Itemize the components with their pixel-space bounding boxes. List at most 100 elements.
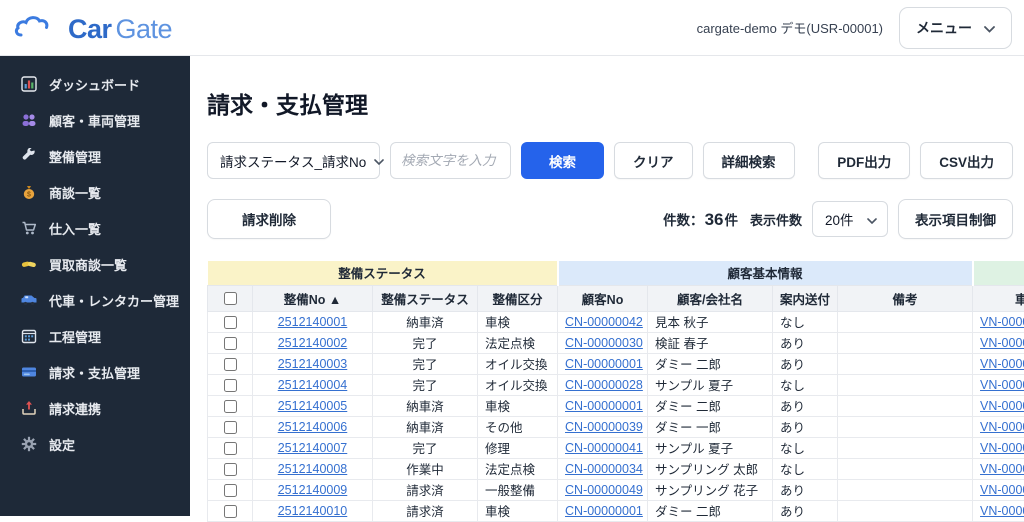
- col-header-vehicle[interactable]: 車両: [973, 285, 1024, 311]
- table-row: 2512140003 完了 オイル交換 CN-00000001 ダミー 二郎 あ…: [208, 353, 1024, 374]
- menu-button[interactable]: メニュー: [899, 7, 1012, 49]
- page-size-label: 表示件数: [750, 210, 802, 229]
- seibi-kubun-cell: 法定点検: [478, 332, 558, 353]
- customer-no-link[interactable]: CN-00000039: [565, 420, 643, 434]
- row-checkbox[interactable]: [224, 442, 237, 455]
- col-header-customer-no[interactable]: 顧客No: [558, 285, 648, 311]
- row-checkbox[interactable]: [224, 463, 237, 476]
- seibi-no-link[interactable]: 2512140003: [278, 357, 348, 371]
- sidebar-item-billing-link[interactable]: 請求連携: [0, 390, 190, 426]
- row-checkbox[interactable]: [224, 358, 237, 371]
- money-bag-icon: $: [20, 184, 37, 201]
- search-button[interactable]: 検索: [521, 142, 604, 179]
- column-control-button[interactable]: 表示項目制御: [898, 199, 1013, 239]
- seibi-no-link[interactable]: 2512140008: [278, 462, 348, 476]
- result-count-value: 36: [705, 210, 724, 230]
- sidebar-item-label: 買取商談一覧: [49, 255, 127, 274]
- cart-icon: [20, 220, 37, 237]
- seibi-kubun-cell: 法定点検: [478, 458, 558, 479]
- sidebar-item-customers[interactable]: 顧客・車両管理: [0, 102, 190, 138]
- seibi-no-link[interactable]: 2512140007: [278, 441, 348, 455]
- sidebar-item-deals[interactable]: $ 商談一覧: [0, 174, 190, 210]
- col-header-customer-name[interactable]: 顧客/会社名: [648, 285, 773, 311]
- col-header-seibi-status[interactable]: 整備ステータス: [373, 285, 478, 311]
- sidebar-item-loaner-rental[interactable]: 代車・レンタカー管理: [0, 282, 190, 318]
- gear-icon: [20, 436, 37, 453]
- table-row: 2512140009 請求済 一般整備 CN-00000049 サンプリング 花…: [208, 479, 1024, 500]
- row-checkbox[interactable]: [224, 316, 237, 329]
- logo-text-gate: Gate: [116, 14, 173, 45]
- seibi-no-link[interactable]: 2512140005: [278, 399, 348, 413]
- customer-no-link[interactable]: CN-00000001: [565, 399, 643, 413]
- seibi-no-link[interactable]: 2512140006: [278, 420, 348, 434]
- row-checkbox[interactable]: [224, 379, 237, 392]
- table-body: 2512140001 納車済 車検 CN-00000042 見本 秋子 なし V…: [208, 311, 1024, 521]
- seibi-no-link[interactable]: 2512140001: [278, 315, 348, 329]
- handshake-icon: [20, 256, 37, 273]
- seibi-kubun-cell: 一般整備: [478, 479, 558, 500]
- customer-no-link[interactable]: CN-00000049: [565, 483, 643, 497]
- col-header-biko[interactable]: 備考: [838, 285, 973, 311]
- vehicle-link[interactable]: VN-0000: [980, 399, 1024, 413]
- col-header-seibi-no[interactable]: 整備No ▲: [253, 285, 373, 311]
- seibi-no-link[interactable]: 2512140002: [278, 336, 348, 350]
- sidebar-item-billing[interactable]: 請求・支払管理: [0, 354, 190, 390]
- sidebar-item-label: 工程管理: [49, 327, 101, 346]
- row-checkbox[interactable]: [224, 337, 237, 350]
- sidebar-item-process[interactable]: 工程管理: [0, 318, 190, 354]
- seibi-status-cell: 作業中: [373, 458, 478, 479]
- customer-no-link[interactable]: CN-00000034: [565, 462, 643, 476]
- sidebar-item-buyback[interactable]: 買取商談一覧: [0, 246, 190, 282]
- seibi-no-link[interactable]: 2512140009: [278, 483, 348, 497]
- biko-cell: [838, 479, 973, 500]
- customer-no-link[interactable]: CN-00000001: [565, 357, 643, 371]
- user-account-label: cargate-demo デモ(USR-00001): [697, 18, 883, 37]
- page-size-value: 20件: [825, 209, 854, 229]
- row-checkbox[interactable]: [224, 484, 237, 497]
- customer-no-link[interactable]: CN-00000028: [565, 378, 643, 392]
- sidebar-item-settings[interactable]: 設定: [0, 426, 190, 462]
- delete-invoice-button[interactable]: 請求削除: [207, 199, 331, 239]
- table-row: 2512140001 納車済 車検 CN-00000042 見本 秋子 なし V…: [208, 311, 1024, 332]
- sidebar-item-purchases[interactable]: 仕入一覧: [0, 210, 190, 246]
- col-header-seibi-kubun[interactable]: 整備区分: [478, 285, 558, 311]
- seibi-no-link[interactable]: 2512140010: [278, 504, 348, 518]
- csv-export-button[interactable]: CSV出力: [920, 142, 1013, 179]
- action-row: 請求削除 件数：36件 表示件数 20件 表示項目制御: [207, 199, 1013, 239]
- vehicle-link[interactable]: VN-0000: [980, 420, 1024, 434]
- sidebar-item-maintenance[interactable]: 整備管理: [0, 138, 190, 174]
- annai-cell: あり: [773, 395, 838, 416]
- biko-cell: [838, 458, 973, 479]
- customer-no-link[interactable]: CN-00000030: [565, 336, 643, 350]
- vehicle-link[interactable]: VN-0000: [980, 315, 1024, 329]
- customer-name-cell: サンプル 夏子: [648, 374, 773, 395]
- vehicle-link[interactable]: VN-0000: [980, 378, 1024, 392]
- customer-no-link[interactable]: CN-00000042: [565, 315, 643, 329]
- sidebar-item-dashboard[interactable]: ダッシュボード: [0, 66, 190, 102]
- customer-no-link[interactable]: CN-00000041: [565, 441, 643, 455]
- search-type-select[interactable]: 請求ステータス_請求No: [207, 142, 380, 179]
- group-header-maintenance-status: 整備ステータス: [208, 261, 558, 285]
- customer-no-link[interactable]: CN-00000001: [565, 504, 643, 518]
- sidebar-item-label: 整備管理: [49, 147, 101, 166]
- customers-icon: [20, 112, 37, 129]
- row-checkbox[interactable]: [224, 421, 237, 434]
- search-input[interactable]: [390, 142, 511, 179]
- vehicle-link[interactable]: VN-0000: [980, 462, 1024, 476]
- vehicle-link[interactable]: VN-0000: [980, 504, 1024, 518]
- page-size-select[interactable]: 20件: [812, 201, 888, 237]
- pdf-export-button[interactable]: PDF出力: [818, 142, 910, 179]
- vehicle-link[interactable]: VN-0000: [980, 336, 1024, 350]
- annai-cell: あり: [773, 416, 838, 437]
- vehicle-link[interactable]: VN-0000: [980, 441, 1024, 455]
- vehicle-link[interactable]: VN-0000: [980, 357, 1024, 371]
- biko-cell: [838, 311, 973, 332]
- col-header-annai[interactable]: 案内送付: [773, 285, 838, 311]
- chevron-down-icon: [867, 212, 877, 227]
- select-all-checkbox[interactable]: [224, 292, 237, 305]
- row-checkbox[interactable]: [224, 400, 237, 413]
- advanced-search-button[interactable]: 詳細検索: [703, 142, 795, 179]
- vehicle-link[interactable]: VN-0000: [980, 483, 1024, 497]
- seibi-no-link[interactable]: 2512140004: [278, 378, 348, 392]
- clear-button[interactable]: クリア: [614, 142, 693, 179]
